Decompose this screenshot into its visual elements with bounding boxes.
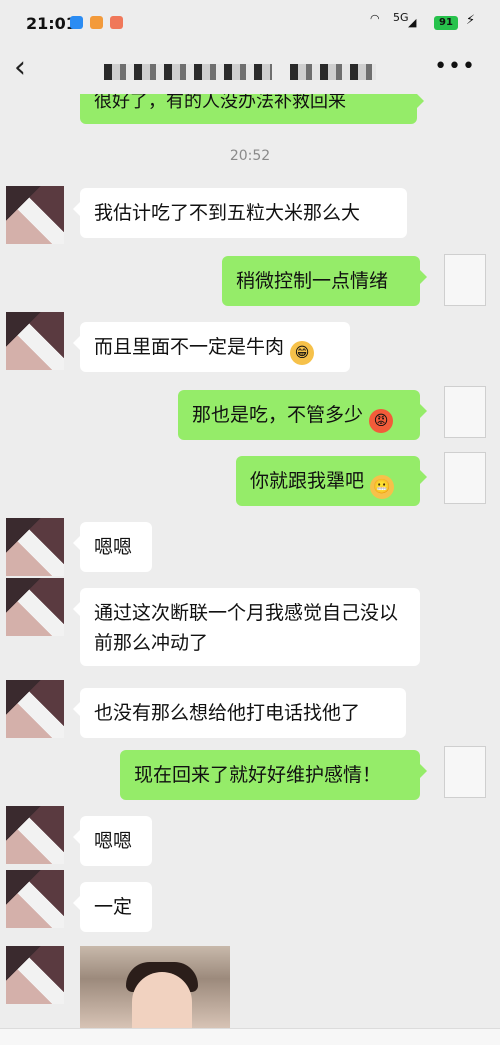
grimace-emoji-icon: 😬 xyxy=(370,475,395,499)
message-text: 我估计吃了不到五粒大米那么大 xyxy=(94,202,361,224)
contact-avatar[interactable] xyxy=(6,518,64,576)
contact-name-redacted xyxy=(290,64,376,80)
my-avatar[interactable] xyxy=(444,386,486,438)
contact-avatar[interactable] xyxy=(6,946,64,1004)
contact-avatar[interactable] xyxy=(6,806,64,864)
timestamp: 20:52 xyxy=(229,148,271,164)
signal-icon: ◢ xyxy=(408,16,417,29)
app-notification-icon xyxy=(90,16,103,29)
chat-header: ‹ ••• xyxy=(0,44,500,94)
message-text: 稍微控制一点情绪 xyxy=(236,270,389,292)
status-bar: 21:01 ◠ 5G ◢ 91 ⚡ xyxy=(0,0,500,44)
contact-avatar[interactable] xyxy=(6,680,64,738)
my-avatar[interactable] xyxy=(444,452,486,504)
app-notification-icon xyxy=(70,16,83,29)
back-button[interactable]: ‹ xyxy=(14,50,26,85)
my-avatar[interactable] xyxy=(444,254,486,306)
contact-avatar[interactable] xyxy=(6,312,64,370)
message-text: 而且里面不一定是牛肉 xyxy=(94,336,285,358)
charging-icon: ⚡ xyxy=(466,13,476,28)
message-text: 通过这次断联一个月我感觉自己没以前那么冲动了 xyxy=(94,602,399,654)
message-text: 嗯嗯 xyxy=(94,830,133,852)
message-bubble-in[interactable]: 通过这次断联一个月我感觉自己没以前那么冲动了 xyxy=(73,588,420,666)
wifi-icon: ◠ xyxy=(370,12,380,25)
message-bubble-in[interactable]: 嗯嗯 xyxy=(73,816,152,866)
battery-level: 91 xyxy=(434,16,458,30)
message-bubble-out[interactable]: 很好了，有的人没办法补救回来 xyxy=(80,94,424,124)
contact-name-redacted xyxy=(104,64,272,80)
message-text: 嗯嗯 xyxy=(94,536,133,558)
message-bubble-in[interactable]: 我估计吃了不到五粒大米那么大 xyxy=(73,188,407,238)
message-bubble-in[interactable]: 一定 xyxy=(73,882,152,932)
message-bubble-out[interactable]: 你就跟我犟吧 😬 xyxy=(236,456,427,506)
message-text: 一定 xyxy=(94,896,133,918)
network-type: 5G xyxy=(393,11,409,24)
grin-emoji-icon: 😁 xyxy=(290,341,315,365)
message-text: 现在回来了就好好维护感情！ xyxy=(134,764,382,786)
angry-emoji-icon: 😡 xyxy=(369,409,394,433)
message-bubble-in[interactable]: 嗯嗯 xyxy=(73,522,152,572)
photo-child-icon[interactable] xyxy=(80,946,230,1028)
contact-avatar[interactable] xyxy=(6,186,64,244)
chat-area: 很好了，有的人没办法补救回来 20:52 我估计吃了不到五粒大米那么大 稍微控制… xyxy=(0,94,500,1028)
message-text: 很好了，有的人没办法补救回来 xyxy=(94,94,346,112)
contact-avatar[interactable] xyxy=(6,870,64,928)
message-text: 那也是吃，不管多少 xyxy=(192,404,364,426)
photo-detail xyxy=(132,972,192,1028)
contact-avatar[interactable] xyxy=(6,578,64,636)
my-avatar[interactable] xyxy=(444,746,486,798)
message-bubble-out[interactable]: 那也是吃，不管多少 😡 xyxy=(178,390,427,440)
app-notification-icon xyxy=(110,16,123,29)
more-options-button[interactable]: ••• xyxy=(434,54,476,79)
message-text: 也没有那么想给他打电话找他了 xyxy=(94,702,361,724)
input-bar[interactable] xyxy=(0,1028,500,1045)
message-bubble-out[interactable]: 现在回来了就好好维护感情！ xyxy=(120,750,427,800)
message-bubble-in[interactable]: 也没有那么想给他打电话找他了 xyxy=(73,688,406,738)
message-bubble-out[interactable]: 稍微控制一点情绪 xyxy=(222,256,427,306)
message-text: 你就跟我犟吧 xyxy=(250,470,365,492)
message-bubble-in[interactable]: 而且里面不一定是牛肉 😁 xyxy=(73,322,350,372)
